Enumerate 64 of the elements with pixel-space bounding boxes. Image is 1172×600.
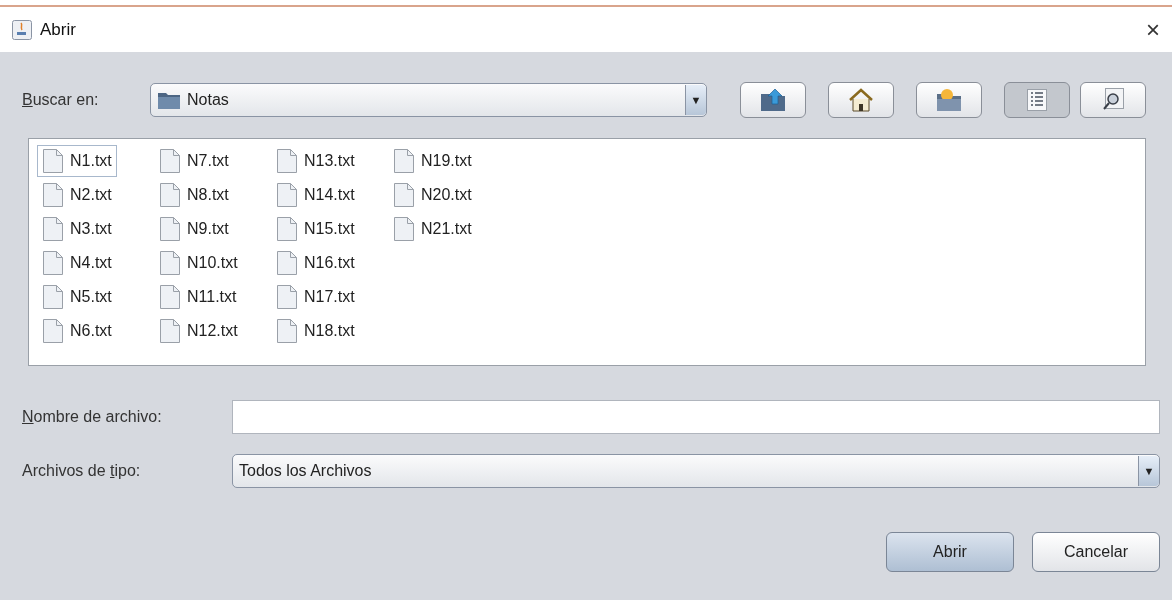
file-item[interactable]: N20.txt [388, 179, 477, 211]
document-icon [42, 250, 64, 276]
look-in-dropdown[interactable]: Notas ▼ [150, 83, 707, 117]
folder-icon [157, 90, 181, 110]
file-item[interactable]: N15.txt [271, 213, 360, 245]
file-item[interactable]: N13.txt [271, 145, 360, 177]
document-icon [42, 318, 64, 344]
file-item[interactable]: N21.txt [388, 213, 477, 245]
file-item[interactable]: N11.txt [154, 281, 242, 313]
toolbar-button[interactable] [1080, 82, 1146, 118]
document-icon [159, 148, 181, 174]
toolbar-button[interactable] [740, 82, 806, 118]
file-name-field[interactable] [232, 400, 1160, 434]
file-type-dropdown[interactable]: Todos los Archivos ▼ [232, 454, 1160, 488]
file-item[interactable]: N10.txt [154, 247, 243, 279]
document-icon [276, 216, 298, 242]
look-in-label: Buscar en: [22, 91, 100, 109]
file-item[interactable]: N2.txt [37, 179, 117, 211]
document-icon [159, 250, 181, 276]
home-icon [848, 88, 874, 112]
document-icon [159, 182, 181, 208]
app-icon [12, 19, 32, 40]
file-item[interactable]: N5.txt [37, 281, 117, 313]
file-item[interactable]: N6.txt [37, 315, 117, 347]
list-view-icon [1027, 89, 1047, 111]
file-type-label: Archivos de tipo: [22, 462, 142, 480]
magnifier-icon [1102, 88, 1124, 112]
document-icon [42, 216, 64, 242]
file-item[interactable]: N8.txt [154, 179, 234, 211]
document-icon [159, 284, 181, 310]
file-name-label: Nombre de archivo: [22, 408, 163, 426]
file-item[interactable]: N3.txt [37, 213, 117, 245]
document-icon [393, 216, 415, 242]
document-icon [42, 284, 64, 310]
toolbar-button[interactable] [828, 82, 894, 118]
document-icon [393, 148, 415, 174]
document-icon [276, 318, 298, 344]
document-icon [159, 216, 181, 242]
document-icon [276, 182, 298, 208]
document-icon [393, 182, 415, 208]
document-icon [276, 250, 298, 276]
file-item[interactable]: N14.txt [271, 179, 360, 211]
file-item[interactable]: N18.txt [271, 315, 360, 347]
new-folder-icon [935, 88, 963, 112]
document-icon [42, 182, 64, 208]
cancel-button[interactable]: Cancelar [1032, 532, 1160, 572]
file-item[interactable]: N16.txt [271, 247, 360, 279]
toolbar-button[interactable] [1004, 82, 1070, 118]
window-title: Abrir [40, 19, 77, 40]
file-item[interactable]: N12.txt [154, 315, 243, 347]
close-button[interactable]: × [1146, 17, 1160, 42]
file-item[interactable]: N1.txt [37, 145, 117, 177]
document-icon [42, 148, 64, 174]
document-icon [276, 148, 298, 174]
file-item[interactable]: N17.txt [271, 281, 360, 313]
document-icon [159, 318, 181, 344]
document-icon [276, 284, 298, 310]
open-button[interactable]: Abrir [886, 532, 1014, 572]
file-item[interactable]: N7.txt [154, 145, 234, 177]
file-item[interactable]: N4.txt [37, 247, 117, 279]
file-item[interactable]: N9.txt [154, 213, 234, 245]
toolbar-button[interactable] [916, 82, 982, 118]
folder-up-arrow-icon [759, 88, 787, 112]
file-item[interactable]: N19.txt [388, 145, 477, 177]
